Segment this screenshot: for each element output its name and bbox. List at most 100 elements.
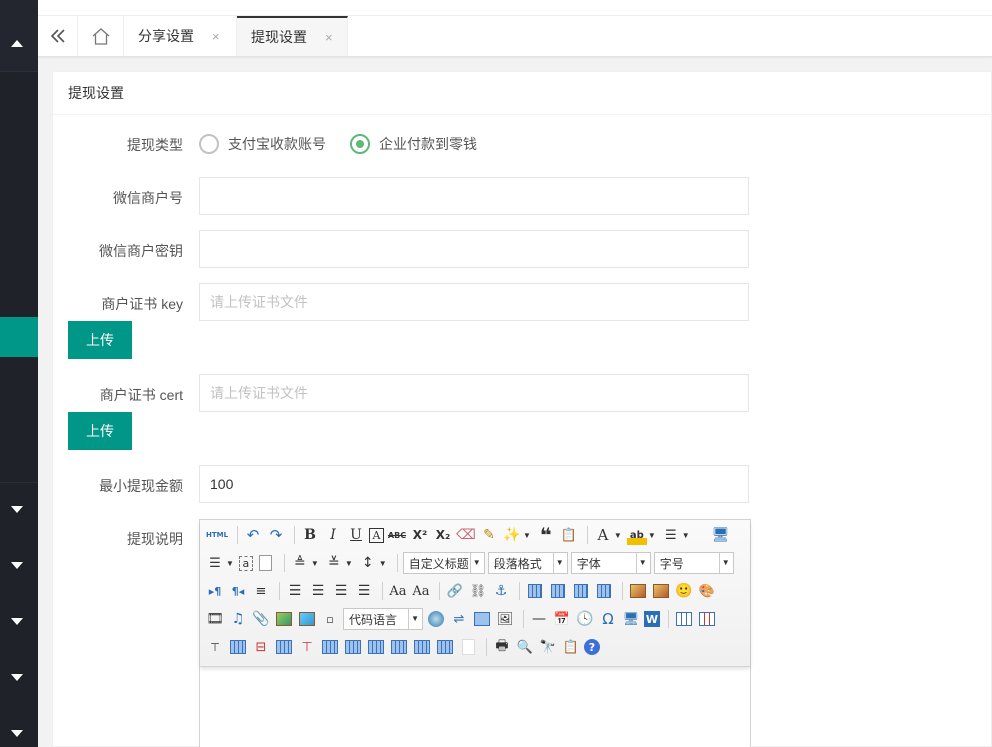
merge-down-icon[interactable]	[366, 637, 386, 657]
insert-col-icon[interactable]	[274, 637, 294, 657]
row-spacing-top-icon[interactable]: ≜	[290, 553, 310, 573]
split-to-cols-icon[interactable]	[435, 637, 455, 657]
simple-image-icon[interactable]	[628, 581, 648, 601]
line-height-icon[interactable]: ↕	[358, 553, 378, 573]
split-to-rows-icon[interactable]	[412, 637, 432, 657]
delete-table-icon[interactable]	[697, 609, 717, 629]
emotion-icon[interactable]: 🙂	[674, 581, 694, 601]
preview-icon[interactable]: 🔍	[515, 637, 535, 657]
help-icon[interactable]: ?	[584, 639, 600, 655]
merchant-secret-input[interactable]	[199, 230, 749, 268]
insert-frame-icon[interactable]	[274, 609, 294, 629]
select-all-icon[interactable]: a	[238, 555, 253, 571]
ltr-direction-icon[interactable]: ▸¶	[205, 581, 225, 601]
drafts-icon[interactable]: 📋	[561, 637, 581, 657]
fullscreen-icon[interactable]: 🖥	[711, 525, 731, 545]
font-border-icon[interactable]: A	[369, 527, 384, 543]
insert-paragraph-before-table-icon[interactable]: ⊤	[205, 637, 225, 657]
ordered-list-icon[interactable]: ☰	[661, 525, 681, 545]
cert-key-input[interactable]	[199, 283, 749, 321]
close-icon[interactable]: ×	[325, 30, 333, 45]
collapse-up-icon[interactable]	[11, 40, 23, 47]
date-icon[interactable]: 📅	[552, 609, 572, 629]
image-center-icon[interactable]	[594, 581, 614, 601]
indent-icon[interactable]: ≡	[251, 581, 271, 601]
chart-icon[interactable]	[458, 637, 478, 657]
align-left-icon[interactable]: ☰	[285, 581, 305, 601]
horizontal-rule-icon[interactable]: —	[529, 609, 549, 629]
blockquote-icon[interactable]: ❝	[536, 523, 556, 547]
superscript-icon[interactable]: X²	[410, 525, 430, 545]
subscript-icon[interactable]: X₂	[433, 525, 453, 545]
time-icon[interactable]: 🕓	[575, 609, 595, 629]
tab-share-settings[interactable]: 分享设置 ×	[124, 16, 237, 56]
expand-down-icon[interactable]	[11, 562, 23, 569]
auto-format-icon[interactable]: ✨	[502, 525, 522, 545]
align-center-icon[interactable]: ☰	[308, 581, 328, 601]
clear-doc-icon[interactable]	[256, 553, 276, 573]
font-color-icon[interactable]: A	[593, 525, 613, 545]
unlink-icon[interactable]: ⛓	[468, 581, 488, 601]
tab-withdraw-settings[interactable]: 提现设置 ×	[237, 16, 348, 56]
editor-content-area[interactable]	[200, 668, 750, 747]
word-image-icon[interactable]: W	[644, 611, 660, 627]
underline-icon[interactable]: U	[346, 525, 366, 545]
rtl-direction-icon[interactable]: ¶◂	[228, 581, 248, 601]
split-to-cells-icon[interactable]	[389, 637, 409, 657]
upload-key-button[interactable]: 上传	[68, 321, 132, 359]
image-none-icon[interactable]	[525, 581, 545, 601]
page-break-icon[interactable]: ⇌	[449, 609, 469, 629]
unordered-list-icon[interactable]: ☰	[205, 553, 225, 573]
bold-icon[interactable]: B	[300, 525, 320, 545]
image-right-icon[interactable]	[571, 581, 591, 601]
expand-down-icon[interactable]	[11, 730, 23, 737]
home-tab[interactable]	[78, 16, 124, 56]
image-left-icon[interactable]	[548, 581, 568, 601]
expand-down-icon[interactable]	[11, 506, 23, 513]
video-icon[interactable]: 🎞	[205, 609, 225, 629]
merchant-no-input[interactable]	[199, 177, 749, 215]
radio-alipay[interactable]: 支付宝收款账号	[199, 134, 326, 154]
expand-down-icon[interactable]	[11, 674, 23, 681]
anchor-icon[interactable]: ⚓	[491, 581, 511, 601]
paste-text-icon[interactable]: 📋	[559, 525, 579, 545]
merge-right-icon[interactable]	[343, 637, 363, 657]
rich-text-editor[interactable]: HTML ↶ ↷ B I U A ABC X² X₂ ⌫ ✎ ✨ ▼ ❝ 📋 A ▼…	[199, 519, 751, 747]
insert-row-icon[interactable]	[228, 637, 248, 657]
delete-row-icon[interactable]: ⊟	[251, 637, 271, 657]
background-icon[interactable]: 🖼	[495, 609, 515, 629]
paragraph-format-select[interactable]: 段落格式 ▼	[487, 552, 568, 574]
attachment-icon[interactable]: 📎	[251, 609, 271, 629]
expand-down-icon[interactable]	[11, 618, 23, 625]
eraser-icon[interactable]: ⌫	[456, 525, 476, 545]
redo-icon[interactable]: ↷	[266, 525, 286, 545]
scrawl-icon[interactable]: 🎨	[697, 581, 717, 601]
web-page-icon[interactable]	[426, 609, 446, 629]
special-chars-icon[interactable]: Ω	[598, 609, 618, 629]
custom-heading-select[interactable]: 自定义标题 ▼	[402, 552, 485, 574]
to-lowercase-icon[interactable]: Aa	[411, 581, 431, 601]
highlight-color-icon[interactable]: ab	[626, 525, 647, 545]
tabs-scroll-left-button[interactable]	[38, 16, 78, 56]
align-justify-icon[interactable]: ☰	[354, 581, 374, 601]
font-family-select[interactable]: 字体 ▼	[570, 552, 651, 574]
row-spacing-bottom-icon[interactable]: ≚	[324, 553, 344, 573]
italic-icon[interactable]: I	[323, 525, 343, 545]
link-icon[interactable]: 🔗	[445, 581, 465, 601]
upload-cert-button[interactable]: 上传	[68, 412, 132, 450]
format-brush-icon[interactable]: ✎	[479, 525, 499, 545]
undo-icon[interactable]: ↶	[243, 525, 263, 545]
sidebar-item-active[interactable]	[0, 317, 38, 357]
multi-image-icon[interactable]	[651, 581, 671, 601]
search-replace-icon[interactable]: 🔭	[538, 637, 558, 657]
music-icon[interactable]: ♫	[228, 609, 248, 629]
map-icon[interactable]	[297, 609, 317, 629]
snap-screen-icon[interactable]: 🖥	[621, 609, 641, 629]
code-language-select[interactable]: 代码语言 ▼	[343, 608, 423, 630]
merge-cells-icon[interactable]	[320, 637, 340, 657]
print-icon[interactable]: 🖶	[492, 637, 512, 657]
align-right-icon[interactable]: ☰	[331, 581, 351, 601]
delete-col-icon[interactable]: ⊤	[297, 637, 317, 657]
to-uppercase-icon[interactable]: Aa	[388, 581, 408, 601]
insert-code-icon[interactable]: ▫	[320, 609, 340, 629]
